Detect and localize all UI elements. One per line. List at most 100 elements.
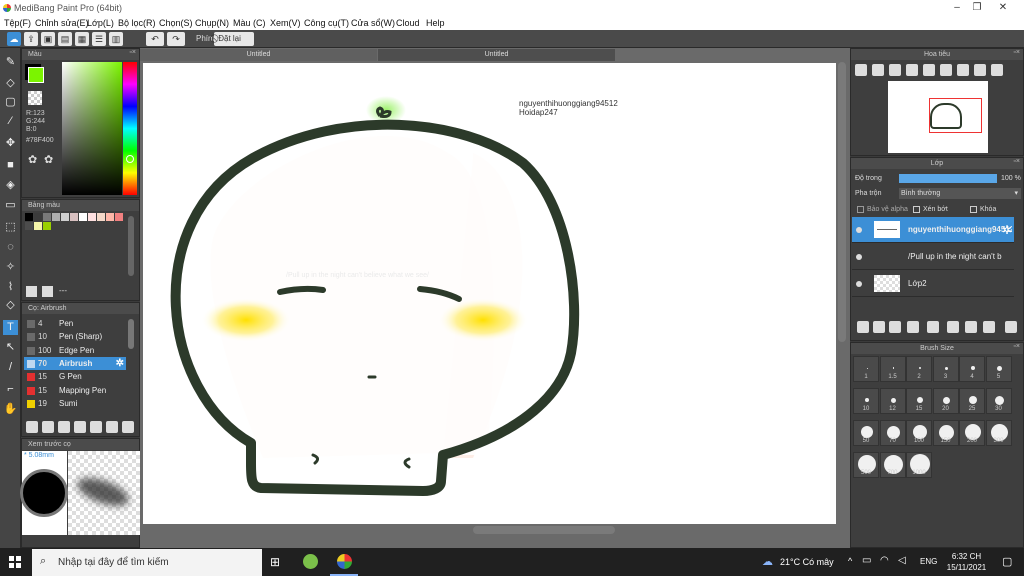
brush-settings-icon[interactable]: ✲ <box>116 357 124 370</box>
palette-add-icon[interactable]: ✿ <box>44 153 53 166</box>
save-icon[interactable]: ▣ <box>41 32 55 46</box>
brush-item[interactable]: 19 Sumi <box>24 397 126 410</box>
undo-button[interactable]: ↶ <box>146 32 164 46</box>
brush-tool-icon[interactable]: ✎ <box>3 55 18 70</box>
medibang-taskbar-icon[interactable] <box>337 554 352 569</box>
wifi-icon[interactable]: ◠ <box>880 555 889 566</box>
brush-size-cell[interactable]: 500 <box>853 452 879 478</box>
zoom-out-icon[interactable] <box>872 64 884 76</box>
brush-folder-icon[interactable] <box>90 421 102 433</box>
menu-help[interactable]: Help <box>426 18 445 28</box>
visibility-icon[interactable] <box>856 254 862 260</box>
palette-icon[interactable]: ✿ <box>28 153 37 166</box>
merge-layer-icon[interactable] <box>965 321 977 333</box>
clock[interactable]: 6:32 CH 15/11/2021 <box>944 551 989 573</box>
new-swatch-icon[interactable] <box>26 286 37 297</box>
duplicate-layer-icon[interactable] <box>947 321 959 333</box>
color-swatch[interactable] <box>88 213 96 221</box>
layer-row[interactable]: nguyenthihuonggiang94512 ✲ <box>852 217 1014 243</box>
brush-size-cell[interactable]: 3 <box>932 356 959 382</box>
color-swatch[interactable] <box>70 213 78 221</box>
brush-size-cell[interactable]: 30 <box>985 388 1012 414</box>
eyedropper-tool-icon[interactable]: ⌐ <box>3 382 18 397</box>
rotate-right-icon[interactable] <box>974 64 986 76</box>
panel-close-icon[interactable]: ▫× <box>129 49 136 56</box>
panel-close-icon[interactable]: ▫× <box>1013 158 1020 165</box>
volume-icon[interactable]: ◁ <box>898 555 906 566</box>
brush-size-cell[interactable]: 300 <box>985 420 1012 446</box>
brush-size-cell[interactable]: 20 <box>932 388 959 414</box>
color-swatch[interactable] <box>25 222 33 230</box>
brush-size-cell[interactable]: 700 <box>879 452 906 478</box>
primary-color-swatch[interactable] <box>28 67 44 83</box>
menu-color[interactable]: Màu (C) <box>233 18 266 28</box>
bucket-tool-icon[interactable]: ◈ <box>3 178 18 193</box>
transparent-color-swatch[interactable] <box>28 91 42 105</box>
hand-tool-icon[interactable]: ✋ <box>3 402 18 417</box>
upload-icon[interactable]: ⇪ <box>24 32 38 46</box>
layers-icon[interactable]: ▥ <box>109 32 123 46</box>
panel-close-icon[interactable]: ▫× <box>1013 343 1020 350</box>
color-swatch[interactable] <box>115 213 123 221</box>
color-swatch[interactable] <box>106 213 114 221</box>
redo-button[interactable]: ↷ <box>167 32 185 46</box>
cloud-icon[interactable]: ☁ <box>7 32 21 46</box>
layer-folder-icon[interactable] <box>927 321 939 333</box>
menu-edit[interactable]: Chỉnh sửa(E) <box>35 18 89 28</box>
brush-settings-icon[interactable] <box>26 421 38 433</box>
menu-cloud[interactable]: Cloud <box>396 18 420 28</box>
protect-alpha-checkbox[interactable] <box>857 206 864 213</box>
visibility-icon[interactable] <box>856 227 862 233</box>
brush-item[interactable]: 10 Pen (Sharp) <box>24 330 126 343</box>
drawing-canvas[interactable]: nguyenthihuonggiang94512 Hoidap247 /Pull… <box>143 63 836 524</box>
dot-tool-icon[interactable]: ⁄ <box>3 114 18 129</box>
fill-rect-icon[interactable]: ■ <box>3 158 18 173</box>
list-icon[interactable]: ☰ <box>92 32 106 46</box>
navigator-thumbnail[interactable] <box>888 81 988 153</box>
brush-item[interactable]: 70 Airbrush ✲ <box>24 356 126 370</box>
new-color-layer-icon[interactable] <box>889 321 901 333</box>
brush-size-cell[interactable]: 200 <box>959 420 985 446</box>
viewport-rect[interactable] <box>929 98 982 133</box>
text-tool-icon[interactable]: T <box>3 320 18 335</box>
brush-size-cell[interactable]: 5 <box>985 356 1012 382</box>
brush-size-cell[interactable]: 2 <box>906 356 932 382</box>
color-swatch[interactable] <box>34 222 42 230</box>
task-view-icon[interactable]: ⊞ <box>270 555 280 569</box>
reset-button[interactable]: ⃠ Đặt lại <box>214 32 254 46</box>
actual-size-icon[interactable] <box>906 64 918 76</box>
brush-item[interactable]: 100 Edge Pen <box>24 344 126 357</box>
maximize-button[interactable]: ❐ <box>970 2 984 14</box>
brush-size-cell[interactable]: 1000 <box>906 452 932 478</box>
brush-size-cell[interactable]: 70 <box>879 420 906 446</box>
weather-text[interactable]: 21°C Có mây <box>780 557 834 567</box>
select-eraser-icon[interactable]: ◇ <box>3 298 18 313</box>
canvas-vertical-scrollbar[interactable] <box>838 62 846 342</box>
brush-scrollbar[interactable] <box>128 319 134 349</box>
color-swatch[interactable] <box>25 213 33 221</box>
brush-size-cell[interactable]: 100 <box>906 420 932 446</box>
page-icon[interactable]: ▤ <box>58 32 72 46</box>
color-swatch[interactable] <box>79 213 87 221</box>
new-layer-menu-icon[interactable] <box>907 321 919 333</box>
menu-file[interactable]: Tệp(F) <box>4 18 31 28</box>
menu-snap[interactable]: Chụp(N) <box>195 18 229 28</box>
swatch-scrollbar[interactable] <box>128 216 134 276</box>
panel-close-icon[interactable]: ▫× <box>1013 49 1020 56</box>
menu-tools[interactable]: Công cụ(T) <box>304 18 349 28</box>
color-swatch[interactable] <box>43 222 51 230</box>
color-swatch[interactable] <box>43 213 51 221</box>
app-icon-1[interactable] <box>303 554 318 569</box>
brush-duplicate-icon[interactable] <box>122 421 134 433</box>
visibility-icon[interactable] <box>856 281 862 287</box>
layer-settings-icon[interactable] <box>983 321 995 333</box>
brush-delete-icon[interactable] <box>106 421 118 433</box>
gradient-tool-icon[interactable]: ▭ <box>3 198 18 213</box>
layer-row[interactable]: /Pull up in the night can't b <box>852 244 1014 270</box>
new-brush-icon[interactable] <box>42 421 54 433</box>
color-swatch[interactable] <box>52 213 60 221</box>
hue-slider[interactable] <box>123 62 137 195</box>
minimize-button[interactable]: – <box>950 2 964 14</box>
select-pen-icon[interactable]: ⌇ <box>3 280 18 295</box>
clipping-checkbox[interactable] <box>913 206 920 213</box>
